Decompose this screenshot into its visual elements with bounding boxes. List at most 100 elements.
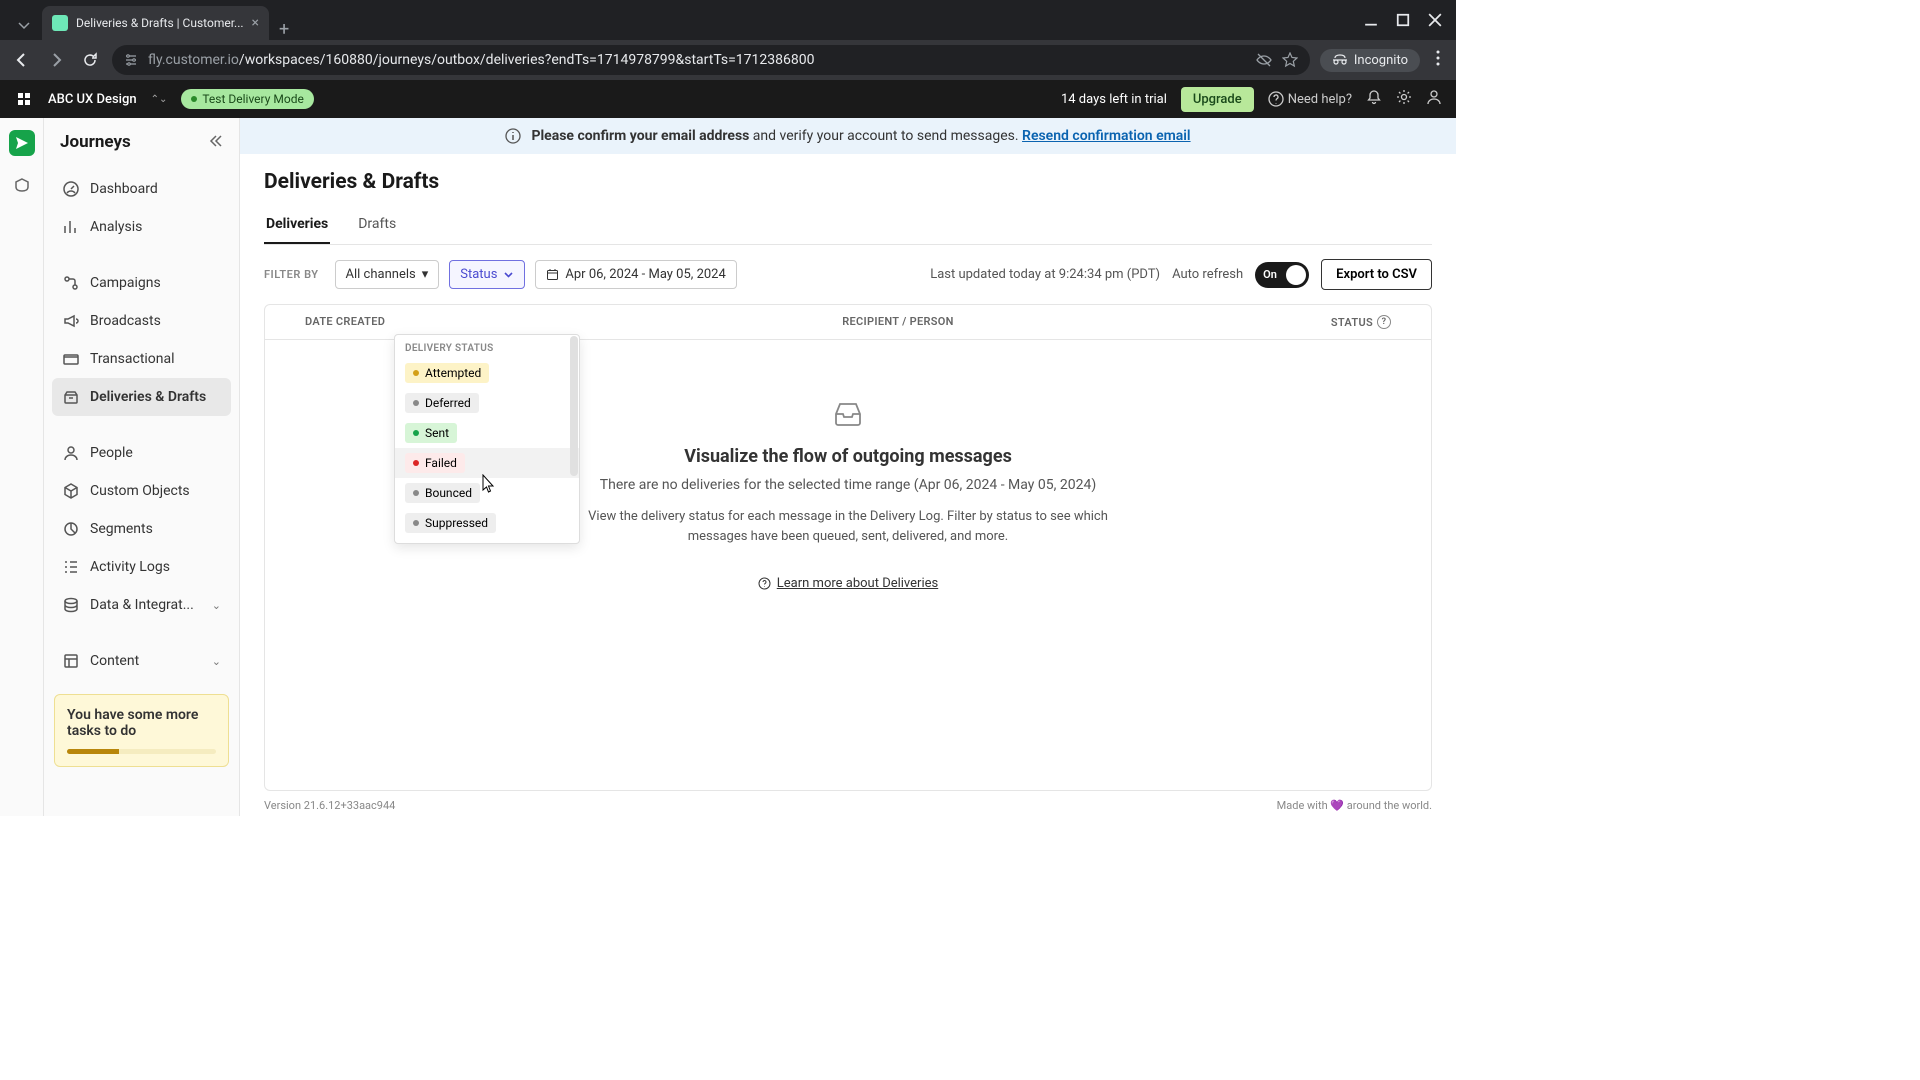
sidebar-item-broadcasts[interactable]: Broadcasts bbox=[52, 302, 231, 340]
rail-journeys-icon[interactable] bbox=[9, 130, 35, 156]
sidebar-item-label: Dashboard bbox=[90, 181, 158, 197]
status-dot-icon bbox=[413, 400, 419, 406]
tab-search-button[interactable] bbox=[10, 12, 38, 40]
chevron-down-icon bbox=[503, 269, 514, 280]
status-filter[interactable]: Status bbox=[449, 260, 525, 289]
sidebar-item-custom-objects[interactable]: Custom Objects bbox=[52, 472, 231, 510]
page-title: Deliveries & Drafts bbox=[264, 170, 1432, 194]
sidebar-item-label: Broadcasts bbox=[90, 313, 161, 329]
tab-favicon bbox=[52, 15, 68, 31]
sidebar-item-segments[interactable]: Segments bbox=[52, 510, 231, 548]
sidebar-item-dashboard[interactable]: Dashboard bbox=[52, 170, 231, 208]
resend-confirmation-link[interactable]: Resend confirmation email bbox=[1022, 128, 1191, 144]
forward-button[interactable] bbox=[44, 48, 68, 72]
status-label: Sent bbox=[425, 426, 449, 440]
sidebar-item-analysis[interactable]: Analysis bbox=[52, 208, 231, 246]
status-label: Deferred bbox=[425, 396, 471, 410]
status-label: Failed bbox=[425, 456, 457, 470]
sidebar-item-transactional[interactable]: Transactional bbox=[52, 340, 231, 378]
tasks-card[interactable]: You have some more tasks to do bbox=[54, 694, 229, 767]
dropdown-scrollbar[interactable] bbox=[570, 336, 578, 476]
notifications-icon[interactable] bbox=[1366, 89, 1382, 109]
column-recipient[interactable]: RECIPIENT / PERSON bbox=[505, 315, 1291, 329]
close-icon[interactable] bbox=[1428, 13, 1442, 27]
sidebar-item-people[interactable]: People bbox=[52, 434, 231, 472]
status-dropdown: DELIVERY STATUS Attempted Deferred Sent … bbox=[394, 334, 580, 544]
sidebar-item-label: Activity Logs bbox=[90, 559, 170, 575]
eye-blocked-icon[interactable] bbox=[1256, 52, 1272, 68]
minimize-icon[interactable] bbox=[1364, 13, 1378, 27]
status-dot-icon bbox=[413, 490, 419, 496]
rail-secondary-icon[interactable] bbox=[9, 172, 35, 198]
sidebar-item-label: Custom Objects bbox=[90, 483, 190, 499]
channels-filter[interactable]: All channels▾ bbox=[335, 260, 440, 289]
back-button[interactable] bbox=[10, 48, 34, 72]
chevron-down-icon: ⌄ bbox=[212, 599, 221, 612]
tab-drafts[interactable]: Drafts bbox=[356, 208, 398, 244]
status-option-failed[interactable]: Failed bbox=[405, 453, 465, 473]
status-option-sent[interactable]: Sent bbox=[405, 423, 457, 443]
help-circle-icon bbox=[758, 577, 771, 590]
collapse-sidebar-icon[interactable] bbox=[209, 133, 223, 152]
status-option-deferred[interactable]: Deferred bbox=[405, 393, 479, 413]
status-dot-icon bbox=[191, 96, 197, 102]
date-range-filter[interactable]: Apr 06, 2024 - May 05, 2024 bbox=[535, 260, 736, 289]
settings-icon[interactable] bbox=[1396, 89, 1412, 109]
learn-more-link[interactable]: Learn more about Deliveries bbox=[758, 576, 938, 591]
auto-refresh-label: Auto refresh bbox=[1172, 267, 1243, 282]
site-settings-icon[interactable] bbox=[124, 53, 138, 67]
sidebar-item-label: People bbox=[90, 445, 133, 461]
workspace-name[interactable]: ABC UX Design bbox=[48, 92, 137, 107]
bookmark-star-icon[interactable] bbox=[1282, 52, 1298, 68]
help-circle-icon[interactable]: ? bbox=[1377, 315, 1391, 329]
version-text: Version 21.6.12+33aac944 bbox=[264, 799, 395, 812]
incognito-badge[interactable]: Incognito bbox=[1320, 49, 1420, 72]
last-updated-text: Last updated today at 9:24:34 pm (PDT) bbox=[930, 267, 1160, 282]
status-label: Suppressed bbox=[425, 516, 488, 530]
tab-close-icon[interactable]: × bbox=[252, 15, 259, 31]
status-dot-icon bbox=[413, 460, 419, 466]
made-with-text: Made with 💜 around the world. bbox=[1277, 799, 1432, 812]
status-option-suppressed[interactable]: Suppressed bbox=[405, 513, 496, 533]
sidebar-item-deliveries[interactable]: Deliveries & Drafts bbox=[52, 378, 231, 416]
test-mode-label: Test Delivery Mode bbox=[202, 92, 304, 106]
help-icon[interactable]: Need help? bbox=[1268, 91, 1352, 107]
maximize-icon[interactable] bbox=[1396, 13, 1410, 27]
browser-tab-strip: Deliveries & Drafts | Customer... × + bbox=[0, 0, 1456, 40]
confirm-email-banner: Please confirm your email address and ve… bbox=[240, 118, 1456, 154]
sidebar-item-campaigns[interactable]: Campaigns bbox=[52, 264, 231, 302]
banner-text: and verify your account to send messages… bbox=[749, 128, 1022, 144]
sidebar-item-label: Analysis bbox=[90, 219, 142, 235]
reload-button[interactable] bbox=[78, 48, 102, 72]
inbox-icon bbox=[832, 400, 864, 428]
sidebar-item-label: Data & Integrat... bbox=[90, 597, 194, 613]
test-mode-badge[interactable]: Test Delivery Mode bbox=[181, 89, 314, 109]
sidebar-item-activity-logs[interactable]: Activity Logs bbox=[52, 548, 231, 586]
app-logo-icon[interactable] bbox=[14, 89, 34, 109]
upgrade-button[interactable]: Upgrade bbox=[1181, 87, 1254, 112]
column-status[interactable]: STATUS? bbox=[1291, 315, 1391, 329]
help-label: Need help? bbox=[1288, 92, 1352, 107]
sidebar-item-data[interactable]: Data & Integrat... ⌄ bbox=[52, 586, 231, 624]
browser-menu-icon[interactable] bbox=[1430, 50, 1446, 70]
tab-deliveries[interactable]: Deliveries bbox=[264, 208, 330, 244]
export-csv-button[interactable]: Export to CSV bbox=[1321, 259, 1432, 290]
calendar-icon bbox=[546, 268, 559, 281]
sidebar-item-label: Transactional bbox=[90, 351, 175, 367]
trial-text: 14 days left in trial bbox=[1061, 92, 1167, 107]
address-bar[interactable]: fly.customer.io/workspaces/160880/journe… bbox=[112, 45, 1310, 75]
workspace-chevron-icon[interactable]: ⌃⌄ bbox=[151, 94, 168, 105]
info-icon bbox=[505, 128, 521, 144]
status-option-attempted[interactable]: Attempted bbox=[405, 363, 489, 383]
status-dot-icon bbox=[413, 370, 419, 376]
sidebar-item-content[interactable]: Content⌄ bbox=[52, 642, 231, 680]
status-option-bounced[interactable]: Bounced bbox=[405, 483, 480, 503]
profile-icon[interactable] bbox=[1426, 89, 1442, 109]
sidebar-title: Journeys bbox=[60, 132, 131, 152]
auto-refresh-toggle[interactable]: On bbox=[1255, 262, 1309, 288]
browser-tab[interactable]: Deliveries & Drafts | Customer... × bbox=[42, 6, 269, 40]
browser-toolbar: fly.customer.io/workspaces/160880/journe… bbox=[0, 40, 1456, 80]
new-tab-button[interactable]: + bbox=[269, 19, 299, 40]
column-date-created[interactable]: DATE CREATED bbox=[305, 315, 505, 329]
footer: Version 21.6.12+33aac944 Made with 💜 aro… bbox=[240, 791, 1456, 816]
